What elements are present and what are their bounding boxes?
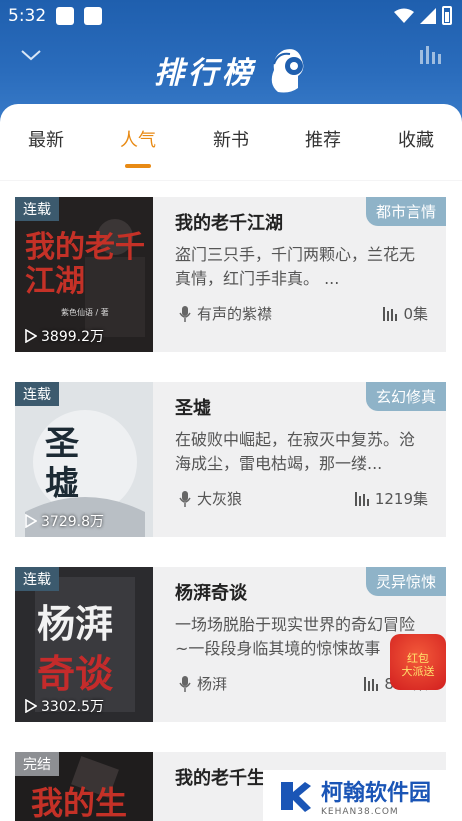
book-title: 我的老千江湖 [175,213,283,234]
status-badge: 连载 [15,197,59,221]
episode-count-value: 0集 [403,305,428,323]
book-title: 圣墟 [175,398,211,419]
status-badge: 连载 [15,382,59,406]
cover-title: 杨湃 [37,601,114,646]
book-author: 杨湃 [179,673,227,694]
genre-badge: 灵异惊悚 [365,567,446,596]
author-name: 杨湃 [197,675,228,693]
book-cover[interactable]: 圣墟 连载 3729.8万 [15,382,153,537]
episode-count: 1219集 [354,488,428,509]
promo-line2: 大派送 [401,665,435,678]
red-packet-promo[interactable]: 红包 大派送 [390,634,446,690]
play-count-value: 3729.8万 [41,514,104,530]
bars-icon [354,491,369,506]
notification-icon [84,7,102,25]
notification-icon [56,7,74,25]
author-name: 有声的紫襟 [197,305,273,323]
status-badge: 连载 [15,567,59,591]
book-title: 我的老千生 [175,768,265,789]
active-tab-indicator [125,164,151,168]
play-count-value: 3302.5万 [41,699,104,715]
play-icon [25,514,37,528]
status-time: 5:32 [8,6,47,26]
book-title: 杨湃奇谈 [175,583,247,604]
play-count: 3302.5万 [25,696,104,716]
play-count-value: 3899.2万 [41,329,104,345]
page-title: 排行榜 [154,56,256,91]
cover-title: 我的老千江湖 [25,230,145,299]
tab-latest[interactable]: 最新 [11,126,81,152]
status-icons [394,6,452,25]
watermark-name: 柯翰软件园 [321,780,432,806]
status-bar: 5:32 [0,0,462,32]
mascot-icon [271,49,304,93]
author-name: 大灰狼 [197,490,243,508]
book-author: 有声的紫襟 [179,303,272,324]
microphone-icon [179,675,191,692]
book-cover[interactable]: 杨湃 奇谈 连载 3302.5万 [15,567,153,722]
microphone-icon [179,490,191,507]
bar-chart-icon[interactable] [418,44,442,66]
book-author: 大灰狼 [179,488,242,509]
watermark-url: KEHAN38.COM [321,806,399,817]
microphone-icon [179,305,191,322]
tab-favorites[interactable]: 收藏 [381,126,451,152]
watermark: 柯翰软件园 KEHAN38.COM [263,770,462,821]
bars-icon [364,676,379,691]
play-count: 3899.2万 [25,326,104,346]
battery-icon [442,6,452,25]
genre-badge: 都市言情 [365,197,446,226]
tab-popular[interactable]: 人气 [103,126,173,152]
genre-badge: 玄幻修真 [365,382,446,411]
list-item[interactable]: 圣墟 连载 3729.8万 圣墟 玄幻修真 在破败中崛起，在寂灭中复苏。沧海成尘… [0,366,462,551]
tab-recommended[interactable]: 推荐 [288,126,358,152]
play-icon [25,699,37,713]
cover-title: 圣墟 [45,424,79,504]
book-cover[interactable]: 我的老千江湖 紫色仙语 / 著 连载 3899.2万 [15,197,153,352]
book-cover[interactable]: 我的生 完结 [15,752,153,821]
status-badge: 完结 [15,752,59,776]
book-description: 在破败中崛起，在寂灭中复苏。沧海成尘，雷电枯竭，那一缕... [175,430,416,473]
watermark-logo-icon [281,781,311,812]
cover-author: 紫色仙语 / 著 [61,308,109,317]
book-info[interactable]: 我的老千江湖 都市言情 盗门三只手，千门两颗心，兰花无真情，红门手非真。 ...… [153,197,446,352]
tab-new-books[interactable]: 新书 [196,126,266,152]
header-title-group: 排行榜 [0,44,462,96]
wifi-icon [394,8,414,23]
book-info[interactable]: 圣墟 玄幻修真 在破败中崛起，在寂灭中复苏。沧海成尘，雷电枯竭，那一缕... 大… [153,382,446,537]
book-description: 盗门三只手，千门两颗心，兰花无真情，红门手非真。 ... [175,245,416,288]
cover-title: 我的生 [31,784,128,821]
book-description: 一场场脱胎于现实世界的奇幻冒险~一段段身临其境的惊悚故事 [175,615,416,658]
bars-icon [383,306,398,321]
episode-count: 0集 [383,303,428,324]
promo-line1: 红包 [407,652,429,665]
play-icon [25,329,37,343]
episode-count-value: 1219集 [374,490,428,508]
play-count: 3729.8万 [25,511,104,531]
list-item[interactable]: 我的老千江湖 紫色仙语 / 著 连载 3899.2万 我的老千江湖 都市言情 盗… [0,181,462,366]
signal-icon [420,7,436,24]
tab-bar: 最新 人气 新书 推荐 收藏 [0,104,462,180]
cover-subtitle: 奇谈 [37,651,114,696]
